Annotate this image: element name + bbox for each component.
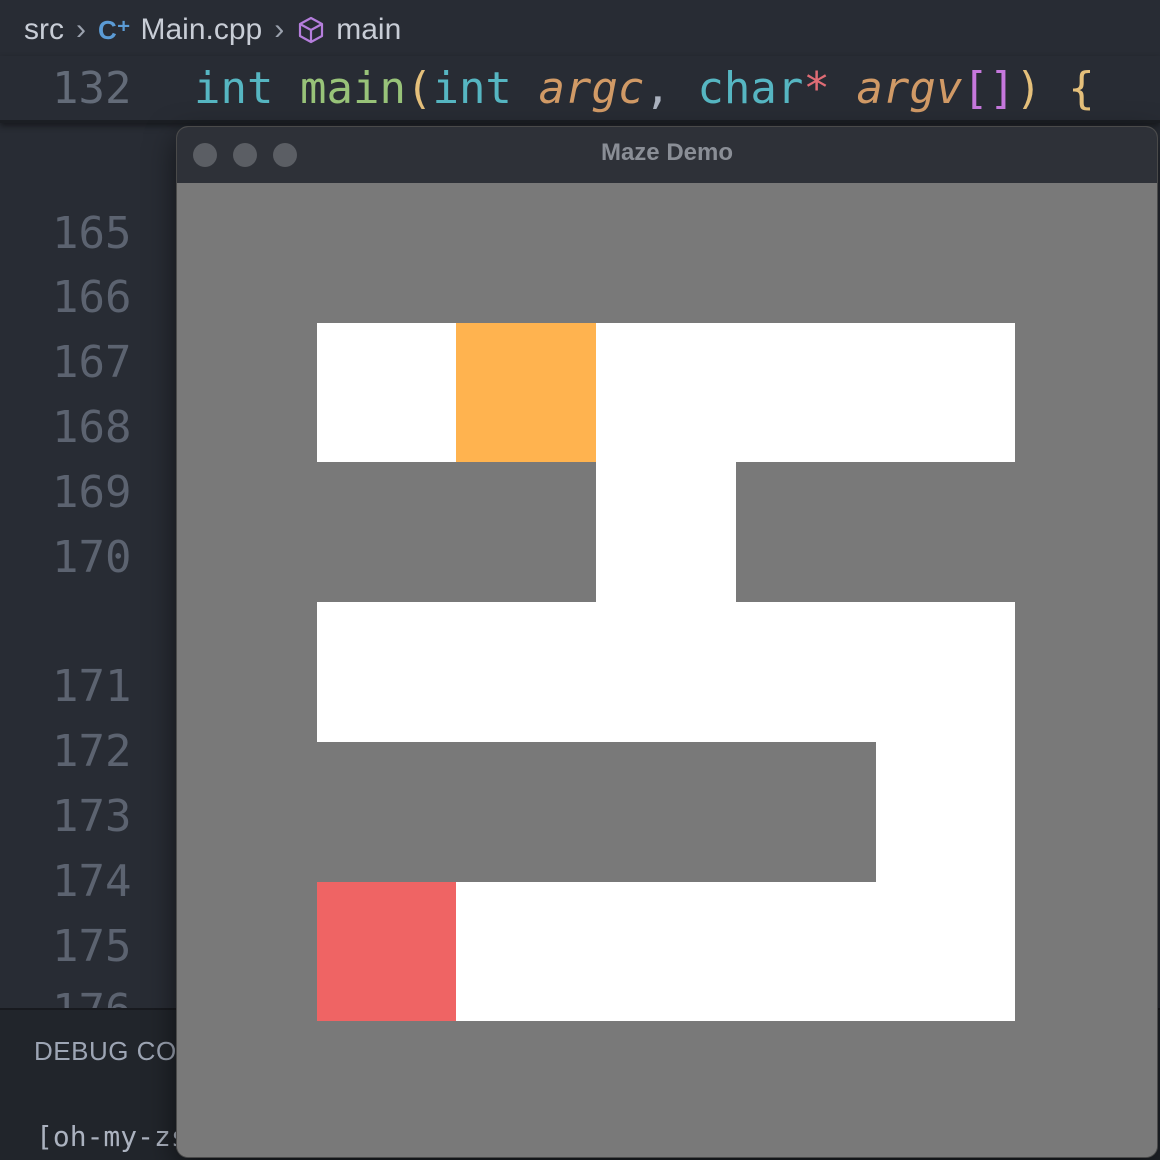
terminal-prompt: [oh-my-zs [36,1120,188,1153]
maze-path-cell [736,882,876,1021]
line-number: 173 [52,791,132,842]
maze-path-cell [876,323,1015,462]
line-number: 169 [52,467,132,518]
code-token: * [803,63,830,114]
line-number: 167 [52,337,132,388]
line-number-gutter: 165 166 167 168 169 170 171 172 173 174 … [52,0,172,1010]
maze-path-cell [596,462,736,602]
sticky-scroll-line[interactable]: 132 int main(int argc, char* argv[]) { [0,56,1160,123]
code-token: char [697,63,804,114]
maze-path-cell [456,602,596,742]
code-token: ( [405,63,433,114]
maze-path-cell [317,602,456,742]
code-token: [] [962,63,1016,114]
line-number: 170 [52,532,132,583]
code-token: , [644,63,698,114]
code-token: int [194,63,274,114]
maze-canvas[interactable] [177,183,1157,1157]
line-number: 165 [52,208,132,259]
window-title: Maze Demo [600,139,734,166]
maze-path-cell [596,602,736,742]
code-token: argc [538,63,645,114]
panel-tab-debug-console[interactable]: DEBUG CO [34,1036,177,1067]
line-number: 174 [52,856,132,907]
line-number: 171 [52,661,132,712]
code-token: ) [1015,63,1042,114]
code-token: int [432,63,512,114]
window-titlebar[interactable]: Maze Demo [177,127,1157,185]
maze-goal-cell [317,882,456,1021]
code-line[interactable]: int main(int argc, char* argv[]) { [194,63,1095,114]
line-number: 166 [52,272,132,323]
chevron-right-icon: › [274,13,285,46]
code-token: { [1041,63,1095,114]
maze-path-cell [317,323,456,462]
maze-path-cell [876,602,1015,742]
line-number: 168 [52,402,132,453]
maze-demo-window[interactable]: Maze Demo [176,126,1158,1158]
line-number: 176 [52,985,131,1010]
line-number: 132 [52,63,132,114]
code-token: main [299,63,406,114]
line-number: 175 [52,921,132,972]
maze-path-cell [596,882,736,1021]
maze-path-cell [876,882,1015,1021]
breadcrumb-symbol[interactable]: main [336,13,401,47]
line-number: 172 [52,726,132,777]
maze-start-cell [456,323,596,462]
maze-path-cell [876,742,1015,882]
maze-path-cell [596,323,736,462]
maze-path-cell [736,323,876,462]
maze-path-cell [736,602,876,742]
maze-path-cell [456,882,596,1021]
cube-icon [299,16,324,44]
code-token: argv [856,63,963,114]
